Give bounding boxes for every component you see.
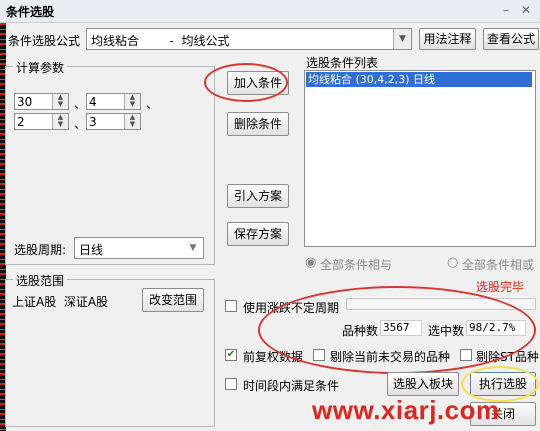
- change-range-button[interactable]: 改变范围: [142, 288, 204, 312]
- add-to-block-button[interactable]: 选股入板块: [387, 372, 459, 396]
- formula-select[interactable]: 均线粘合 - 均线公式 ▼: [86, 28, 412, 50]
- period-label: 选股周期:: [14, 243, 67, 257]
- param-4-value: 3: [89, 115, 97, 129]
- close-icon[interactable]: ✕: [518, 2, 534, 18]
- delete-condition-button[interactable]: 删除条件: [227, 112, 289, 136]
- param-separator: 、: [74, 117, 87, 131]
- param-separator: 、: [74, 97, 87, 111]
- condition-list-label: 选股条件列表: [306, 56, 379, 70]
- param-1-input[interactable]: 30 ▲ ▼: [14, 93, 69, 110]
- stepper-icon[interactable]: ▲ ▼: [52, 114, 68, 129]
- radio-icon[interactable]: ◉: [305, 255, 316, 270]
- range-value: 上证A股 深证A股: [12, 295, 109, 309]
- check-icon[interactable]: ✔: [225, 349, 237, 361]
- all-or-label: 全部条件相或: [462, 258, 535, 272]
- param-1-value: 30: [17, 95, 33, 109]
- stepper-icon[interactable]: ▲ ▼: [52, 94, 68, 109]
- params-group-label: 计算参数: [13, 59, 68, 76]
- formula-label: 条件选股公式: [8, 34, 81, 48]
- period-select[interactable]: 日线 ▼: [74, 237, 204, 259]
- minimize-icon[interactable]: –: [498, 2, 514, 18]
- stepper-icon[interactable]: ▲ ▼: [124, 94, 140, 109]
- title-bar: 条件选股 – ✕: [0, 0, 540, 23]
- save-scheme-button[interactable]: 保存方案: [227, 222, 289, 246]
- param-3-value: 2: [17, 115, 25, 129]
- all-and-label: 全部条件相与: [320, 258, 393, 272]
- uncertain-period-checkbox[interactable]: [225, 300, 237, 312]
- param-separator: 、: [146, 97, 159, 111]
- radio-icon[interactable]: ○: [447, 255, 458, 270]
- view-formula-button[interactable]: 查看公式: [483, 28, 539, 50]
- chevron-down-icon[interactable]: ▼: [393, 29, 411, 49]
- time-period-label: 时间段内满足条件: [243, 379, 340, 393]
- formula-value: 均线粘合 - 均线公式: [91, 34, 230, 48]
- condition-list[interactable]: 均线粘合 (30,4,2,3) 日线: [304, 70, 536, 247]
- status-text: 选股完毕: [476, 280, 525, 294]
- annotation-circle: [204, 63, 288, 102]
- annotation-circle: [258, 286, 536, 374]
- stepper-icon[interactable]: ▲ ▼: [124, 114, 140, 129]
- param-3-input[interactable]: 2 ▲ ▼: [14, 113, 69, 130]
- param-2-value: 4: [89, 95, 97, 109]
- usage-notes-button[interactable]: 用法注释: [419, 28, 476, 50]
- chevron-down-icon[interactable]: ▼: [185, 240, 201, 256]
- window-title: 条件选股: [6, 5, 55, 19]
- import-scheme-button[interactable]: 引入方案: [227, 184, 289, 208]
- range-group-label: 选股范围: [13, 272, 68, 289]
- list-item[interactable]: 均线粘合 (30,4,2,3) 日线: [306, 72, 532, 87]
- param-4-input[interactable]: 3 ▲ ▼: [86, 113, 141, 130]
- time-period-checkbox[interactable]: [225, 378, 237, 390]
- period-value: 日线: [79, 243, 104, 257]
- param-2-input[interactable]: 4 ▲ ▼: [86, 93, 141, 110]
- watermark: www.xiarj.com: [312, 395, 500, 425]
